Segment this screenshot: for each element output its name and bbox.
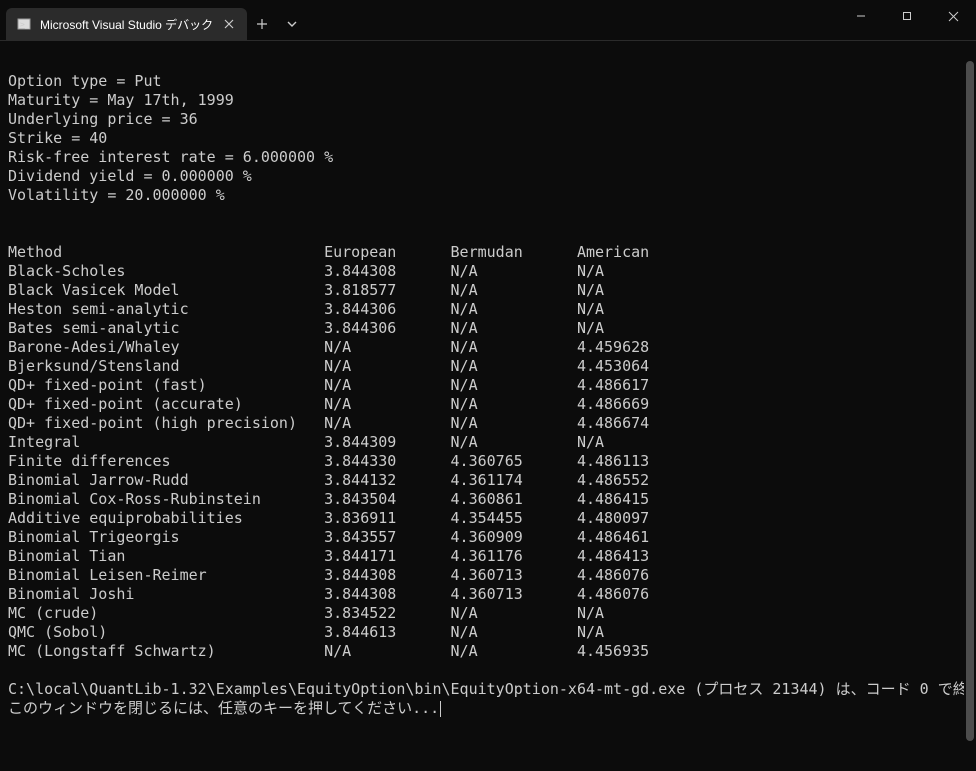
close-window-button[interactable]	[930, 0, 976, 32]
scrollbar-thumb[interactable]	[966, 61, 974, 741]
terminal-output[interactable]: Option type = Put Maturity = May 17th, 1…	[0, 41, 976, 771]
tab-dropdown-button[interactable]	[277, 8, 307, 40]
text-cursor	[440, 701, 441, 717]
terminal-area: Option type = Put Maturity = May 17th, 1…	[0, 41, 976, 771]
tab-strip: >_ Microsoft Visual Studio デバック	[0, 0, 307, 40]
scrollbar[interactable]	[964, 41, 976, 771]
maximize-button[interactable]	[884, 0, 930, 32]
title-bar: >_ Microsoft Visual Studio デバック	[0, 0, 976, 40]
tab-title: Microsoft Visual Studio デバック	[40, 16, 213, 33]
new-tab-button[interactable]	[247, 8, 277, 40]
active-tab[interactable]: >_ Microsoft Visual Studio デバック	[6, 8, 247, 40]
console-icon: >_	[16, 16, 32, 32]
window-controls	[838, 0, 976, 40]
tab-close-button[interactable]	[221, 16, 237, 32]
svg-text:>_: >_	[20, 20, 30, 29]
minimize-button[interactable]	[838, 0, 884, 32]
